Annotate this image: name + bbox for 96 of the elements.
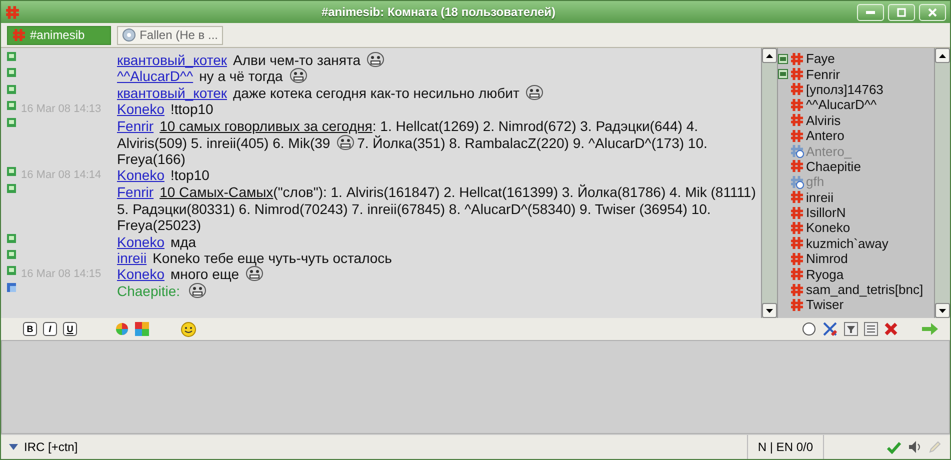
hash-icon [5, 4, 20, 20]
nick-link[interactable]: квантовый_котек [117, 52, 227, 68]
hash-icon [790, 298, 804, 312]
smiley-icon [290, 68, 307, 84]
user-name[interactable]: ^^AlucarD^^ [806, 97, 877, 112]
hash-icon [790, 190, 804, 204]
user-name[interactable]: Alviris [806, 112, 841, 128]
hash-icon [12, 28, 26, 42]
dropdown-icon[interactable] [9, 444, 18, 450]
list-icon[interactable] [864, 322, 878, 336]
hash-icon [790, 98, 804, 112]
user-name[interactable]: IsillorN [806, 205, 846, 220]
hash-icon [790, 67, 804, 82]
op-badge-icon [778, 69, 788, 80]
hash-icon [790, 252, 804, 266]
status-icon [7, 283, 16, 292]
user-name[interactable]: kuzmich`away [806, 236, 888, 251]
format-button[interactable]: B [23, 322, 37, 336]
scrollbar[interactable] [761, 48, 777, 318]
message-text: Fenrir 10 самых говорливых за сегодня: 1. Hellcat(1269) 2. Nimrod(672) 3. Радэцки(644) 4. Alviris(509) 5. inreii(405) 6. Mik(39 7. Йолка(351) 8. RambalacZ(220) 9. ^AlucarD^(173) 10. Freya(166) [117, 118, 708, 168]
user-name[interactable]: [уполз]14763 [806, 82, 884, 97]
message-text: Fenrir 10 Самых-Самых("слов"): 1. Alviris(161847) 2. Hellcat(161399) 3. Йолка(81786) 4. Mik (81111) 5. Радэцки(80331) 6. Nimrod(70243) 7. inreii(67845) 8. ^AlucarD^(58340) 9. Twiser (36954) 10. Freya(25023) [117, 184, 757, 234]
close-button[interactable] [919, 4, 946, 20]
hash-icon [790, 113, 804, 128]
user-name[interactable]: Fenrir [806, 66, 840, 82]
smiley-icon [337, 134, 354, 150]
user-name[interactable]: Nimrod [806, 251, 848, 266]
tools-icon[interactable] [822, 321, 838, 337]
message-text: квантовый_котек даже котека сегодня как-то несильно любит [117, 84, 761, 102]
op-badge-icon [778, 54, 788, 64]
message-text: Koneko много еще [117, 266, 761, 283]
nick-link[interactable]: Koneko [117, 167, 164, 184]
smiley-icon [246, 266, 263, 282]
spellcheck-icon[interactable] [886, 440, 902, 454]
color-wheel-icon[interactable] [115, 322, 129, 336]
smiley-icon[interactable] [181, 322, 196, 336]
user-name[interactable]: Koneko [806, 220, 850, 236]
message-text: inreii Koneko тебе еще чуть-чуть осталось [117, 250, 393, 266]
close-icon [928, 8, 937, 16]
nick-link[interactable]: Koneko [117, 266, 164, 282]
message-text: квантовый_котек Алви чем-то занята [117, 52, 761, 68]
chat-tab[interactable]: Fallen (Не в ... [117, 26, 223, 44]
user-name[interactable]: Faye [806, 51, 835, 66]
user-name[interactable]: Chaepitie [806, 158, 861, 174]
user-name[interactable]: Ryoga [806, 266, 844, 282]
hash-icon [790, 236, 804, 250]
filter-icon[interactable] [844, 322, 858, 336]
message-text: Koneko !top10 [117, 167, 210, 184]
up-arrow-icon[interactable] [939, 54, 946, 58]
smiley-icon [189, 283, 206, 298]
nick-link[interactable]: квантовый_котек [117, 84, 227, 101]
down-arrow-icon[interactable] [766, 308, 773, 312]
nick-link[interactable]: Fenrir [117, 118, 154, 134]
hash-icon [790, 206, 804, 220]
minimize-button[interactable] [857, 4, 884, 20]
user-name[interactable]: Antero [806, 128, 844, 144]
minimize-icon [866, 10, 875, 14]
hash-icon [790, 267, 804, 282]
format-button[interactable]: U [63, 322, 77, 336]
keyboard-layout: N | EN 0/0 [746, 435, 824, 459]
user-name[interactable]: inreii [806, 190, 834, 205]
user-name[interactable]: Twiser [806, 297, 844, 312]
message-link[interactable]: 10 самых говорливых за сегодня [160, 118, 372, 134]
account-label: IRC [+ctn] [24, 440, 78, 454]
message-text: Koneko мда [117, 234, 198, 250]
format-button[interactable]: I [43, 322, 57, 336]
scrollbar[interactable] [934, 48, 950, 318]
away-clock-icon [790, 144, 804, 158]
down-arrow-icon[interactable] [939, 308, 946, 312]
hash-icon [790, 128, 804, 143]
window-title: #animesib: Комната (18 пользователей) [320, 5, 557, 19]
hash-icon [790, 82, 804, 96]
maximize-button[interactable] [888, 4, 915, 20]
message-text: Koneko !ttop10 [117, 101, 214, 118]
hash-icon [790, 220, 804, 235]
speaker-icon[interactable] [908, 440, 922, 454]
nick-link[interactable]: inreii [117, 250, 147, 266]
user-name[interactable]: sam_and_tetris[bnc] [806, 282, 924, 298]
circle-icon[interactable] [802, 322, 816, 336]
nick-link[interactable]: ^^AlucarD^^ [117, 68, 194, 84]
maximize-icon [897, 8, 906, 16]
smiley-icon [367, 52, 384, 67]
hash-icon [790, 52, 804, 66]
message-input[interactable] [1, 340, 950, 434]
nick-link[interactable]: Koneko [117, 101, 164, 118]
palette-icon[interactable] [135, 322, 149, 336]
nick-link[interactable]: Fenrir [117, 184, 154, 200]
away-clock-icon [790, 174, 804, 189]
hash-icon [790, 159, 804, 174]
hash-icon [790, 282, 804, 297]
close-icon[interactable] [884, 322, 898, 336]
smiley-icon [526, 84, 544, 100]
nick-link[interactable]: Koneko [117, 234, 164, 250]
message-link[interactable]: 10 Самых-Самых [160, 184, 274, 200]
up-arrow-icon[interactable] [766, 54, 773, 58]
message-text: ^^AlucarD^^ ну а чё тогда [117, 68, 761, 85]
